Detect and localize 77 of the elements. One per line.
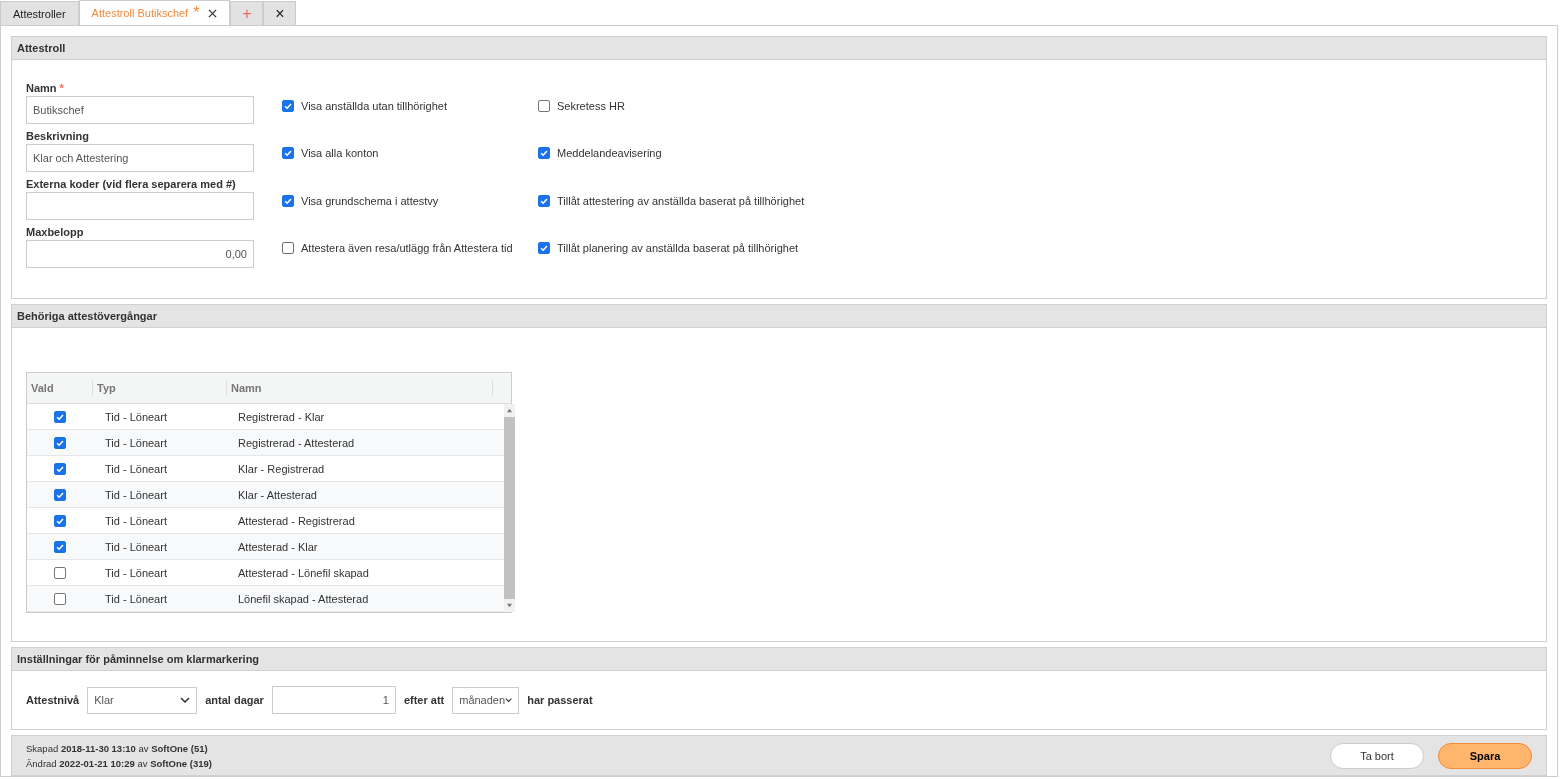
table-cell: Klar - Attesterad: [238, 488, 317, 501]
column-header[interactable]: Typ: [93, 380, 227, 396]
input-field[interactable]: Klar och Attestering: [26, 144, 254, 172]
checkbox[interactable]: [538, 194, 550, 207]
checkbox-label: Meddelandeavisering: [557, 147, 662, 160]
input-field[interactable]: 0,00: [26, 240, 254, 268]
checkbox[interactable]: [54, 566, 66, 579]
field-label: Maxbelopp: [26, 226, 84, 238]
checkbox[interactable]: [54, 488, 66, 501]
checkbox[interactable]: [282, 99, 294, 112]
table-cell: Tid - Löneart: [105, 566, 167, 579]
table-cell: Tid - Löneart: [105, 488, 167, 501]
input-field[interactable]: Butikschef: [26, 96, 254, 124]
checkbox[interactable]: [54, 540, 66, 553]
checkbox-label: Visa grundschema i attestvy: [301, 194, 439, 207]
close-tabs-button[interactable]: ×: [263, 1, 297, 25]
scrollbar[interactable]: [504, 404, 515, 612]
table-cell: Tid - Löneart: [105, 462, 167, 475]
tab-label: Attestroll Butikschef: [91, 7, 189, 19]
checkbox[interactable]: [54, 436, 66, 449]
tab-label: Attestroller: [13, 7, 66, 20]
table-cell: Tid - Löneart: [105, 514, 167, 527]
column-header[interactable]: Vald: [27, 380, 93, 396]
table-cell: Attesterad - Lönefil skapad: [238, 566, 369, 579]
table-cell: Tid - Löneart: [105, 410, 167, 423]
checkbox[interactable]: [54, 592, 66, 605]
field-label: Namn: [26, 82, 57, 94]
close-icon[interactable]: [208, 8, 218, 18]
field-label: Beskrivning: [26, 130, 89, 142]
table-cell: Tid - Löneart: [105, 540, 167, 553]
audit-text: Ändrad 2022-01-21 10:29 av SoftOne (319): [26, 757, 212, 769]
audit-text: Skapad 2018-11-30 13:10 av SoftOne (51): [26, 742, 209, 754]
scroll-down-icon[interactable]: [506, 603, 513, 608]
checkbox[interactable]: [538, 147, 550, 160]
checkbox[interactable]: [282, 194, 294, 207]
checkbox-label: Visa alla konton: [301, 147, 379, 160]
table-cell: Registrerad - Klar: [238, 410, 325, 423]
table-cell: Attesterad - Klar: [238, 540, 318, 553]
checkbox[interactable]: [538, 242, 550, 255]
section-header: Attestroll: [12, 37, 1546, 60]
field-label: Attestnivå: [26, 694, 80, 706]
table-cell: Tid - Löneart: [105, 592, 167, 605]
chevron-down-icon: [180, 697, 191, 703]
delete-button[interactable]: Ta bort: [1330, 742, 1424, 769]
period-dropdown[interactable]: månaden: [452, 686, 520, 714]
checkbox-label: Sekretess HR: [557, 99, 625, 112]
checkbox-label: Tillåt attestering av anställda baserat på tillhörighet: [557, 194, 805, 207]
required-marker: *: [59, 82, 64, 94]
table-cell: Klar - Registrerad: [238, 462, 325, 475]
scroll-up-icon[interactable]: [506, 408, 513, 413]
input-field[interactable]: [26, 192, 254, 220]
checkbox[interactable]: [538, 99, 550, 112]
input-field[interactable]: 1: [271, 686, 396, 714]
field-label: Externa koder (vid flera separera med #): [26, 178, 236, 190]
section-header: Behöriga attestövergångar: [12, 305, 1546, 328]
chevron-down-icon: [505, 697, 513, 703]
field-label: har passerat: [527, 694, 593, 706]
level-dropdown[interactable]: Klar: [87, 686, 198, 714]
column-header[interactable]: Namn: [227, 380, 493, 396]
checkbox[interactable]: [54, 462, 66, 475]
table-cell: Registrerad - Attesterad: [238, 436, 355, 449]
tab[interactable]: Attestroller: [0, 1, 79, 25]
save-button[interactable]: Spara: [1438, 742, 1532, 769]
checkbox[interactable]: [54, 514, 66, 527]
checkbox-label: Visa anställda utan tillhörighet: [301, 99, 447, 112]
table-cell: Lönefil skapad - Attesterad: [238, 592, 369, 605]
checkbox[interactable]: [282, 147, 294, 160]
section-header: Inställningar för påminnelse om klarmarkering: [12, 648, 1546, 671]
checkbox[interactable]: [282, 242, 294, 255]
checkbox[interactable]: [54, 410, 66, 423]
table-cell: Attesterad - Registrerad: [238, 514, 355, 527]
field-label: antal dagar: [205, 694, 264, 706]
table-cell: Tid - Löneart: [105, 436, 167, 449]
checkbox-label: Attestera även resa/utlägg från Attestera tid: [301, 242, 513, 255]
modified-marker: *: [193, 5, 200, 21]
checkbox-label: Tillåt planering av anställda baserat på tillhörighet: [557, 242, 799, 255]
field-label: efter att: [403, 694, 445, 706]
